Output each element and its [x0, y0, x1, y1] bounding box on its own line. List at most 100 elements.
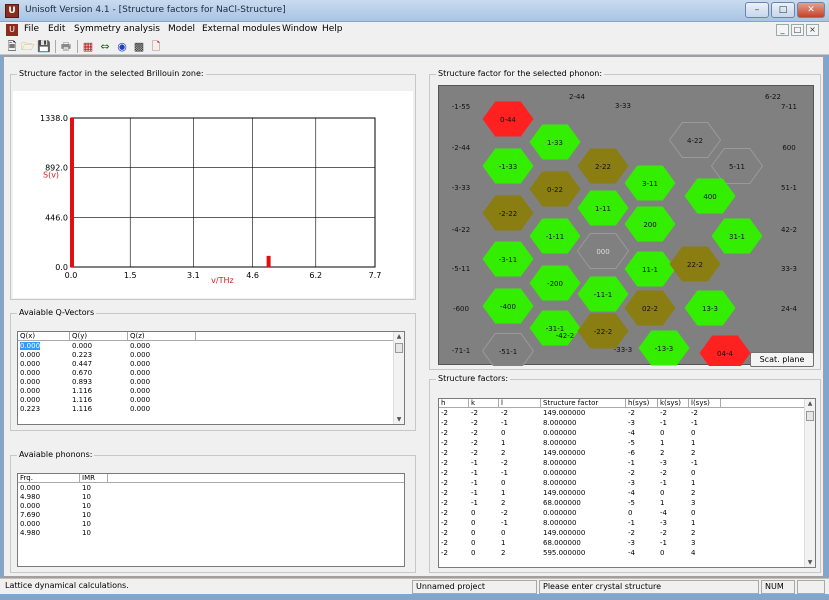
structure-factor-row[interactable]: -2 -2 -1 8.000000 -3 -1 -1 [439, 419, 815, 427]
hexagon-map[interactable]: 0-44 1-33 2-22 4-22 -1-33 0-22 3-11 5-11 400 -2-2… [438, 85, 814, 371]
column-header-structure-factor[interactable]: Structure factor [541, 399, 626, 408]
close-button[interactable]: ✕ [797, 2, 825, 18]
menu-help[interactable]: Help [322, 24, 343, 34]
open-folder-icon[interactable]: 🗁 [21, 40, 35, 53]
phonon-row[interactable]: 4.980 10 [18, 493, 404, 501]
column-header-qz[interactable]: Q(z) [128, 332, 196, 341]
column-header-l-sys[interactable]: l(sys) [689, 399, 721, 408]
phonons-list[interactable]: Frq. IMR 0.000 10 4.980 10 0.000 10 7.690 10 0.0… [17, 473, 405, 567]
symmetry-icon[interactable]: ⇔ [98, 40, 112, 53]
q-vector-row-cell: 0.000 [130, 378, 151, 386]
structure-factors-table[interactable]: h k l Structure factor h(sys) k(sys) l(s… [438, 398, 816, 568]
menu-file[interactable]: File [24, 24, 39, 34]
phonon-row[interactable]: 7.690 10 [18, 511, 404, 519]
model-icon[interactable]: ◉ [115, 40, 129, 53]
menu-window[interactable]: Window [282, 24, 318, 34]
column-header-imr[interactable]: IMR [80, 474, 108, 483]
structure-factor-row-cell: -2 [691, 409, 698, 417]
structure-factor-row-cell: -2 [471, 449, 478, 457]
column-header-frequency[interactable]: Frq. [18, 474, 80, 483]
column-header-l[interactable]: l [499, 399, 541, 408]
structure-factor-row-cell: -2 [471, 429, 478, 437]
q-vector-row[interactable]: 0.000 0.447 0.000 [18, 360, 404, 368]
structure-factor-row[interactable]: -2 -1 2 68.000000 -5 1 3 [439, 499, 815, 507]
lattice-point-label: 6-22 [765, 93, 781, 101]
scroll-down-icon[interactable]: ▼ [394, 415, 404, 424]
structure-factor-row[interactable]: -2 0 1 68.000000 -3 -1 3 [439, 539, 815, 547]
structure-factor-row[interactable]: -2 -2 0 0.000000 -4 0 0 [439, 429, 815, 437]
structure-factor-row-cell: -3 [628, 479, 635, 487]
window-title: Unisoft Version 4.1 - [Structure factors… [25, 5, 286, 15]
structure-factor-row[interactable]: -2 0 -2 0.000000 0 -4 0 [439, 509, 815, 517]
structure-factor-row[interactable]: -2 0 2 595.000000 -4 0 4 [439, 549, 815, 557]
structure-icon[interactable]: ▦ [81, 40, 95, 53]
maximize-button[interactable]: □ [771, 2, 795, 18]
scattering-plane-button[interactable]: Scat. plane [750, 352, 814, 367]
mdi-close-button[interactable]: × [806, 24, 819, 36]
q-vector-row[interactable]: 0.000 1.116 0.000 [18, 387, 404, 395]
mdi-minimize-button[interactable]: _ [776, 24, 789, 36]
q-vector-row-cell: 0.000 [20, 396, 41, 404]
q-vector-row[interactable]: 0.000 0.670 0.000 [18, 369, 404, 377]
menu-external-modules[interactable]: External modules [202, 24, 281, 34]
q-vector-row[interactable]: 0.000 0.000 0.000 [18, 342, 404, 350]
scroll-up-icon[interactable]: ▲ [805, 399, 815, 408]
structure-factor-row-cell: -4 [660, 509, 667, 517]
structure-factor-row[interactable]: -2 -2 2 149.000000 -6 2 2 [439, 449, 815, 457]
title-bar[interactable]: U Unisoft Version 4.1 - [Structure facto… [0, 0, 829, 22]
lattice-point-label: -5-11 [452, 265, 470, 273]
app-icon[interactable]: U [5, 4, 19, 18]
structure-factors-label: Structure factors: [436, 374, 511, 383]
q-vector-row[interactable]: 0.000 0.893 0.000 [18, 378, 404, 386]
q-vector-row[interactable]: 0.000 0.223 0.000 [18, 351, 404, 359]
save-icon[interactable]: 💾 [37, 40, 51, 53]
structure-factor-row-cell: -2 [628, 409, 635, 417]
column-header-h-sys[interactable]: h(sys) [626, 399, 658, 408]
phonons-label: Avaiable phonons: [17, 450, 95, 459]
column-header-qy[interactable]: Q(y) [70, 332, 128, 341]
structure-factor-row-cell: 3 [691, 539, 696, 547]
print-icon[interactable]: 🖶 [59, 40, 73, 53]
column-header-k[interactable]: k [469, 399, 499, 408]
q-vector-row[interactable]: 0.000 1.116 0.000 [18, 396, 404, 404]
calculation-icon[interactable]: ▩ [132, 40, 146, 53]
structure-factors-group: Structure factors: h k l Structure facto… [429, 374, 821, 573]
structure-factor-row[interactable]: -2 -1 0 8.000000 -3 -1 1 [439, 479, 815, 487]
phonon-row[interactable]: 4.980 10 [18, 529, 404, 537]
mdi-restore-button[interactable]: □ [791, 24, 804, 36]
scroll-down-icon[interactable]: ▼ [805, 558, 815, 567]
structure-factor-row[interactable]: -2 0 0 149.000000 -2 -2 2 [439, 529, 815, 537]
structure-factor-row[interactable]: -2 -2 1 8.000000 -5 1 1 [439, 439, 815, 447]
menu-edit[interactable]: Edit [48, 24, 65, 34]
structure-factor-row[interactable]: -2 -1 -1 0.000000 -2 -2 0 [439, 469, 815, 477]
column-header-k-sys[interactable]: k(sys) [658, 399, 689, 408]
report-icon[interactable]: 🗋 [149, 40, 163, 53]
q-vector-row[interactable]: 0.223 1.116 0.000 [18, 405, 404, 413]
menu-model[interactable]: Model [168, 24, 195, 34]
phonon-row[interactable]: 0.000 10 [18, 484, 404, 492]
column-header-qx[interactable]: Q(x) [18, 332, 70, 341]
brillouin-zone-label: Structure factor in the selected Brillou… [17, 69, 206, 78]
phonon-row[interactable]: 0.000 10 [18, 520, 404, 528]
mdi-child-icon[interactable]: U [6, 24, 18, 36]
q-vectors-list[interactable]: Q(x) Q(y) Q(z) ▲ ▼ 0.000 0.000 0.000 0.000 0… [17, 331, 405, 425]
structure-factor-row-cell: 8.000000 [543, 519, 577, 527]
structure-factor-row[interactable]: -2 0 -1 8.000000 -1 -3 1 [439, 519, 815, 527]
structure-factor-row-cell: -1 [501, 419, 508, 427]
structure-factor-row-cell: -2 [660, 409, 667, 417]
menu-symmetry-analysis[interactable]: Symmetry analysis [74, 24, 160, 34]
structure-factor-row-cell: 2 [691, 529, 696, 537]
column-header-h[interactable]: h [439, 399, 469, 408]
minimize-button[interactable]: – [745, 2, 769, 18]
new-file-icon[interactable]: 🗎 [5, 40, 19, 53]
structure-factor-row-cell: -1 [628, 519, 635, 527]
structure-factor-row[interactable]: -2 -1 1 149.000000 -4 0 2 [439, 489, 815, 497]
q-vector-row-cell: 0.000 [130, 405, 151, 413]
structure-factor-row-cell: 0 [471, 549, 476, 557]
hexagon-label: 31-1 [729, 233, 745, 241]
structure-factor-row[interactable]: -2 -2 -2 149.000000 -2 -2 -2 [439, 409, 815, 417]
phonon-row-cell: 10 [82, 520, 91, 528]
structure-factor-row[interactable]: -2 -1 -2 8.000000 -1 -3 -1 [439, 459, 815, 467]
phonon-row[interactable]: 0.000 10 [18, 502, 404, 510]
scroll-up-icon[interactable]: ▲ [394, 332, 404, 341]
